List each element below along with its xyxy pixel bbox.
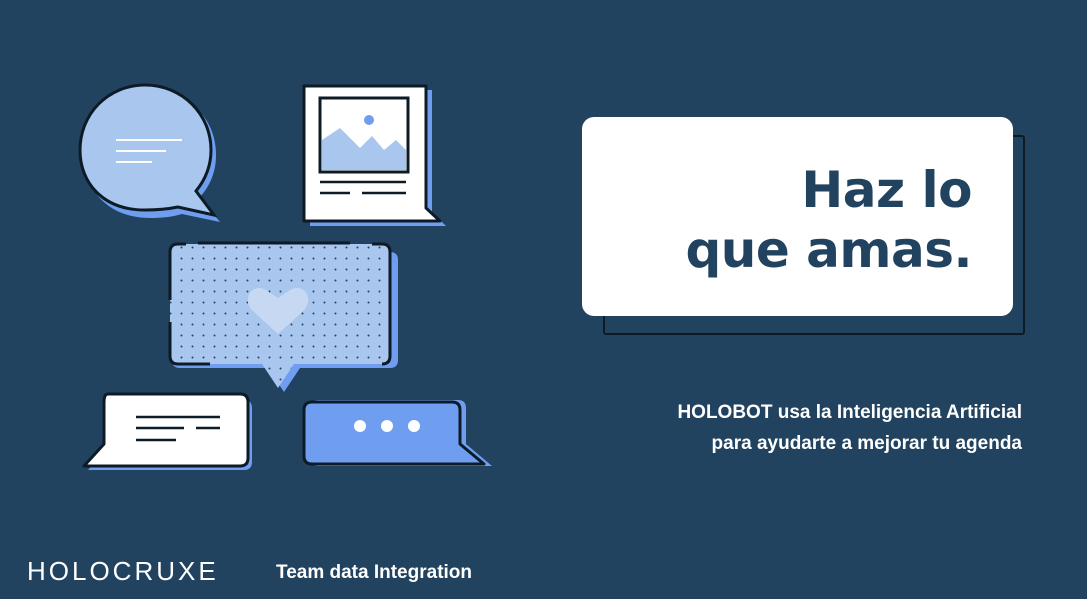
chat-illustration (78, 83, 492, 470)
holocruxe-logo: HOLOCRUXE (27, 556, 219, 586)
typing-bubble-icon (302, 400, 492, 466)
team-label: Team data Integration (276, 562, 473, 583)
heart-bubble-icon (168, 241, 398, 392)
text-bubble-icon (82, 392, 252, 470)
headline: Haz lo que amas. (582, 160, 972, 280)
image-card-icon (302, 84, 446, 226)
headline-line-1: Haz lo (801, 161, 972, 219)
speech-bubble-icon (78, 83, 220, 222)
tagline-line-2: para ayudarte a mejorar tu agenda (711, 433, 1022, 454)
tagline-line-1: HOLOBOT usa la Inteligencia Artificial (677, 402, 1022, 423)
tagline: HOLOBOT usa la Inteligencia Artificial p… (560, 397, 1022, 459)
headline-line-2: que amas. (685, 221, 972, 279)
